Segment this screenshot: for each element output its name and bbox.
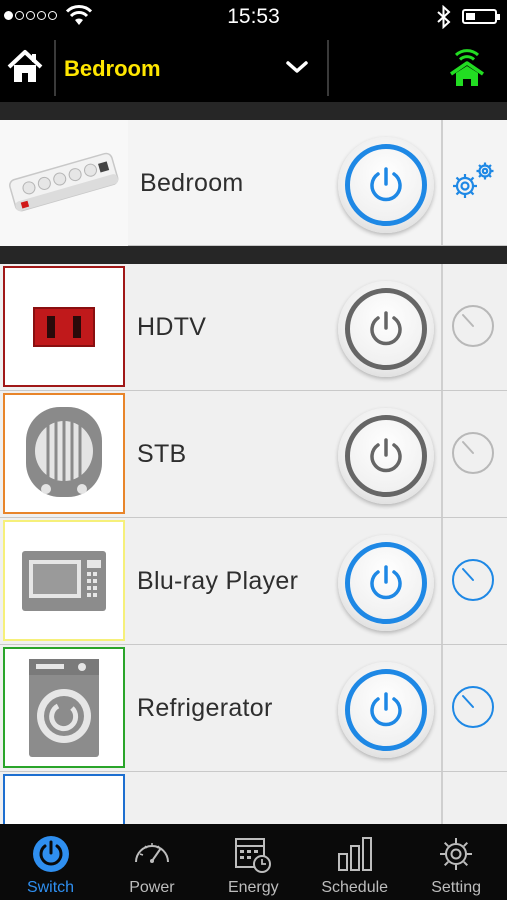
connection-status-icon[interactable] bbox=[448, 46, 486, 88]
tab-schedule[interactable]: Schedule bbox=[304, 824, 405, 900]
header-bar: Bedroom bbox=[0, 34, 507, 102]
device-row-5[interactable] bbox=[0, 772, 507, 824]
room-master-row[interactable]: Bedroom bbox=[0, 120, 507, 246]
power-button[interactable] bbox=[338, 281, 434, 377]
power-icon bbox=[370, 438, 402, 473]
timer-icon[interactable] bbox=[445, 424, 501, 480]
tab-label: Power bbox=[129, 879, 175, 896]
tab-bar: Switch Power Energy Schedule Setting bbox=[0, 824, 507, 900]
home-icon[interactable] bbox=[6, 48, 44, 86]
microwave-icon bbox=[3, 520, 125, 641]
divider bbox=[327, 40, 329, 96]
gear-icon bbox=[436, 834, 476, 874]
device-label: Bedroom bbox=[140, 169, 244, 197]
power-strip-image bbox=[0, 120, 128, 246]
gauge-icon bbox=[132, 834, 172, 874]
tab-label: Schedule bbox=[321, 879, 389, 896]
chevron-down-icon[interactable] bbox=[284, 56, 310, 78]
device-label: Refrigerator bbox=[137, 694, 273, 722]
divider bbox=[441, 391, 443, 517]
device-row-1[interactable]: HDTV bbox=[0, 264, 507, 391]
device-row-3[interactable]: Blu-ray Player bbox=[0, 518, 507, 645]
partial-item bbox=[3, 774, 125, 824]
heater-icon bbox=[3, 393, 125, 514]
device-label: HDTV bbox=[137, 313, 207, 341]
device-row-4[interactable]: Refrigerator bbox=[0, 645, 507, 772]
device-row-2[interactable]: STB bbox=[0, 391, 507, 518]
divider bbox=[441, 264, 443, 390]
timer-icon[interactable] bbox=[445, 678, 501, 734]
divider bbox=[54, 40, 56, 96]
tab-energy[interactable]: Energy bbox=[203, 824, 304, 900]
status-time: 15:53 bbox=[227, 5, 280, 28]
tab-label: Energy bbox=[227, 879, 279, 896]
device-label: Blu-ray Player bbox=[137, 567, 299, 595]
outlet-icon bbox=[3, 266, 125, 387]
washer-icon bbox=[3, 647, 125, 768]
power-button[interactable] bbox=[338, 662, 434, 758]
battery-icon bbox=[462, 9, 500, 24]
settings-gears-icon[interactable] bbox=[445, 153, 501, 209]
group-header bbox=[0, 246, 507, 264]
power-icon bbox=[370, 565, 402, 600]
power-icon bbox=[370, 692, 402, 727]
power-icon bbox=[370, 167, 402, 202]
calendar-clock-icon bbox=[233, 834, 273, 874]
tab-power[interactable]: Power bbox=[101, 824, 202, 900]
divider bbox=[441, 645, 443, 771]
tab-switch[interactable]: Switch bbox=[0, 824, 101, 900]
device-label: STB bbox=[137, 440, 187, 468]
divider bbox=[441, 120, 443, 245]
power-icon bbox=[31, 834, 71, 874]
timer-icon[interactable] bbox=[445, 297, 501, 353]
power-icon bbox=[370, 311, 402, 346]
divider bbox=[441, 518, 443, 644]
divider bbox=[441, 772, 443, 824]
group-header bbox=[0, 102, 507, 120]
timer-icon[interactable] bbox=[445, 551, 501, 607]
status-bar: 15:53 bbox=[0, 0, 507, 34]
room-title[interactable]: Bedroom bbox=[64, 56, 161, 82]
tab-label: Switch bbox=[26, 879, 75, 896]
power-button[interactable] bbox=[338, 535, 434, 631]
tab-label: Setting bbox=[431, 879, 481, 896]
bluetooth-icon bbox=[437, 5, 451, 29]
device-list[interactable]: Bedroom HDTV STB Blu-ray Player Refriger… bbox=[0, 102, 507, 824]
tab-setting[interactable]: Setting bbox=[406, 824, 507, 900]
power-button[interactable] bbox=[338, 408, 434, 504]
bar-chart-icon bbox=[335, 834, 375, 874]
power-button[interactable] bbox=[338, 137, 434, 233]
